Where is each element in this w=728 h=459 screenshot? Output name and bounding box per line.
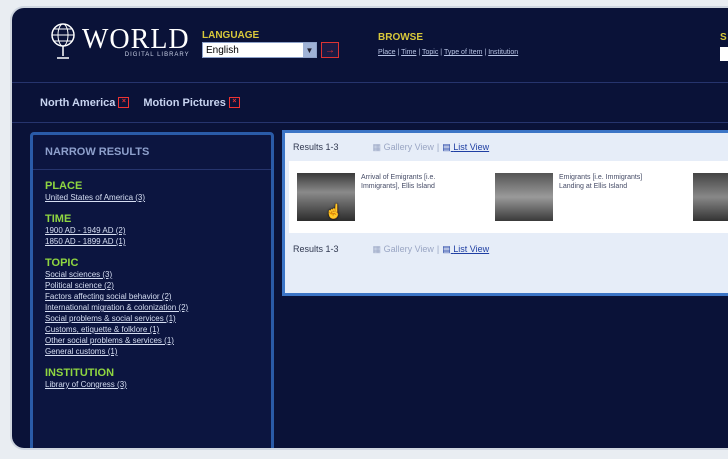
breadcrumb: North America × Motion Pictures ×: [12, 83, 728, 123]
facet-link[interactable]: Library of Congress (3): [45, 379, 259, 390]
breadcrumb-item-motion-pictures[interactable]: Motion Pictures ×: [143, 97, 240, 109]
facet-title: PLACE: [45, 180, 83, 192]
result-thumbnail[interactable]: [693, 173, 728, 221]
result-title[interactable]: Arrival of Emigrants [i.e. Immigrants], …: [361, 173, 461, 221]
result-item[interactable]: ☝ Arrival of Emigrants [i.e. Immigrants]…: [297, 173, 487, 221]
result-thumbnail[interactable]: ☝: [297, 173, 355, 221]
facet-link[interactable]: 1850 AD - 1899 AD (1): [45, 236, 259, 247]
language-selector: LANGUAGE English ▼ →: [202, 30, 339, 58]
facet-link[interactable]: Factors affecting social behavior (2): [45, 291, 259, 302]
breadcrumb-label: Motion Pictures: [143, 96, 226, 109]
result-item[interactable]: Emigrants [i.e. Immigrants] Landing at E…: [495, 173, 685, 221]
results-gallery: ☝ Arrival of Emigrants [i.e. Immigrants]…: [289, 161, 728, 233]
close-icon[interactable]: ×: [228, 97, 240, 108]
view-separator: |: [436, 142, 440, 152]
facet-link[interactable]: Other social problems & services (1): [45, 335, 259, 346]
logo-title: WORLD: [82, 24, 190, 55]
browse-link-place[interactable]: Place: [378, 49, 396, 56]
browse-label: BROWSE: [378, 32, 423, 43]
list-view-link[interactable]: ▤ List View: [442, 244, 489, 255]
facet-link[interactable]: General customs (1): [45, 346, 259, 357]
language-go-button[interactable]: →: [321, 42, 339, 58]
gallery-view-label: Gallery View: [383, 243, 434, 254]
language-label: LANGUAGE: [202, 30, 260, 41]
result-thumbnail[interactable]: [495, 173, 553, 221]
browse-links: Place | Time | Topic | Type of Item | In…: [378, 49, 519, 56]
grid-icon: ▦: [372, 141, 382, 152]
facet-link[interactable]: Customs, etiquette & folklore (1): [45, 324, 259, 335]
site-logo[interactable]: WORLD DIGITAL LIBRARY: [50, 22, 190, 62]
gallery-view-label: Gallery View: [383, 141, 434, 152]
facet-title: TOPIC: [45, 257, 79, 269]
facet-link[interactable]: 1900 AD - 1949 AD (2): [45, 225, 259, 236]
facet-link[interactable]: International migration & colonization (…: [45, 302, 259, 313]
site-header: WORLD DIGITAL LIBRARY LANGUAGE English ▼…: [12, 8, 728, 83]
results-toolbar-bottom: Results 1-3 ▦ Gallery View | ▤ List View: [285, 235, 728, 263]
facet-topic: TOPIC Social sciences (3) Political scie…: [33, 257, 271, 357]
breadcrumb-item-north-america[interactable]: North America ×: [40, 96, 130, 109]
search-label: S: [720, 32, 727, 43]
language-value: English: [206, 44, 239, 56]
facet-link[interactable]: Social problems & social services (1): [45, 313, 259, 324]
facet-title: INSTITUTION: [45, 367, 115, 379]
facet-link[interactable]: Social sciences (3): [45, 269, 259, 280]
document-icon: ▤: [442, 243, 451, 254]
globe-icon: [51, 23, 75, 59]
list-view-label: List View: [453, 243, 490, 254]
results-count: Results 1-3: [293, 244, 339, 254]
browse-section: BROWSE Place | Time | Topic | Type of It…: [378, 32, 518, 56]
browse-link-time[interactable]: Time: [401, 49, 416, 56]
breadcrumb-label: North America: [40, 96, 116, 109]
grid-icon: ▦: [372, 243, 382, 254]
arrow-right-icon: →: [325, 44, 335, 56]
sidebar-title: NARROW RESULTS: [33, 135, 271, 170]
document-icon: ▤: [442, 141, 451, 152]
facet-link[interactable]: United States of America (3): [45, 192, 259, 203]
browse-link-topic[interactable]: Topic: [422, 49, 438, 56]
facet-title: TIME: [45, 213, 72, 225]
browser-frame: WORLD DIGITAL LIBRARY LANGUAGE English ▼…: [12, 8, 728, 448]
facet-place: PLACE United States of America (3): [33, 180, 271, 203]
results-toolbar: Results 1-3 ▦ Gallery View | ▤ List View: [285, 133, 728, 161]
results-panel: Results 1-3 ▦ Gallery View | ▤ List View…: [282, 130, 728, 296]
list-view-label: List View: [453, 141, 490, 152]
browse-link-type[interactable]: Type of Item: [444, 49, 483, 56]
search-input[interactable]: [720, 47, 728, 61]
facet-time: TIME 1900 AD - 1949 AD (2) 1850 AD - 189…: [33, 213, 271, 247]
language-select[interactable]: English ▼: [202, 42, 317, 58]
gallery-view-link[interactable]: ▦ Gallery View: [373, 244, 434, 255]
view-separator: |: [436, 244, 440, 254]
narrow-results-sidebar: NARROW RESULTS PLACE United States of Am…: [30, 132, 274, 448]
chevron-down-icon[interactable]: ▼: [303, 43, 316, 57]
search-section: S: [720, 32, 728, 61]
facet-institution: INSTITUTION Library of Congress (3): [33, 367, 271, 390]
list-view-link[interactable]: ▤ List View: [442, 142, 489, 153]
result-title[interactable]: Emigrants [i.e. Immigrants] Landing at E…: [559, 173, 659, 221]
browse-link-institution[interactable]: Institution: [488, 49, 518, 56]
gallery-view-link[interactable]: ▦ Gallery View: [373, 142, 434, 153]
close-icon[interactable]: ×: [118, 97, 130, 108]
results-count: Results 1-3: [293, 142, 339, 152]
facet-link[interactable]: Political science (2): [45, 280, 259, 291]
hand-cursor-icon: ☝: [325, 203, 343, 219]
